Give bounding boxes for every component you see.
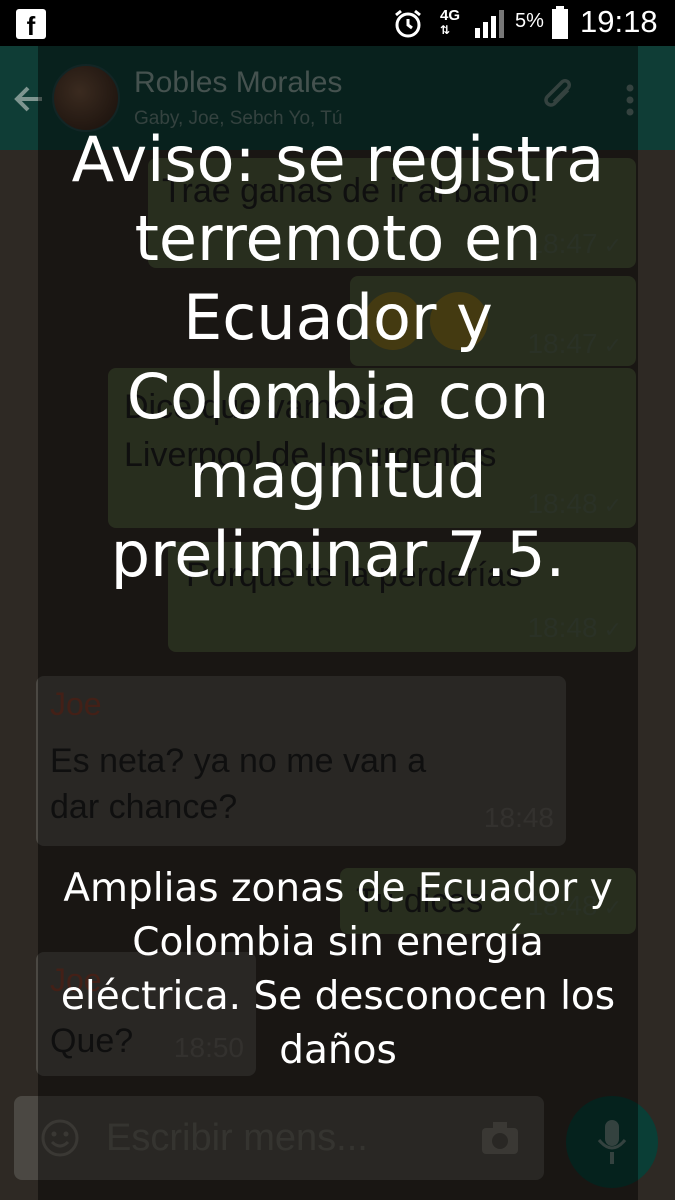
clock-time: 19:18 (580, 4, 658, 39)
battery-icon (552, 6, 568, 39)
facebook-icon: f (16, 9, 46, 41)
network-type: 4G ⇅ (440, 7, 461, 37)
subtext: Amplias zonas de Ecuador y Colombia sin … (60, 866, 616, 1073)
status-bar: f 4G ⇅ 5% 19:18 (0, 0, 675, 46)
signal-strength-icon (475, 10, 504, 38)
battery-percent: 5% (515, 10, 544, 32)
headline-text: Aviso: se registra terremoto en Ecuador … (71, 123, 605, 591)
alarm-clock-icon (395, 9, 421, 38)
